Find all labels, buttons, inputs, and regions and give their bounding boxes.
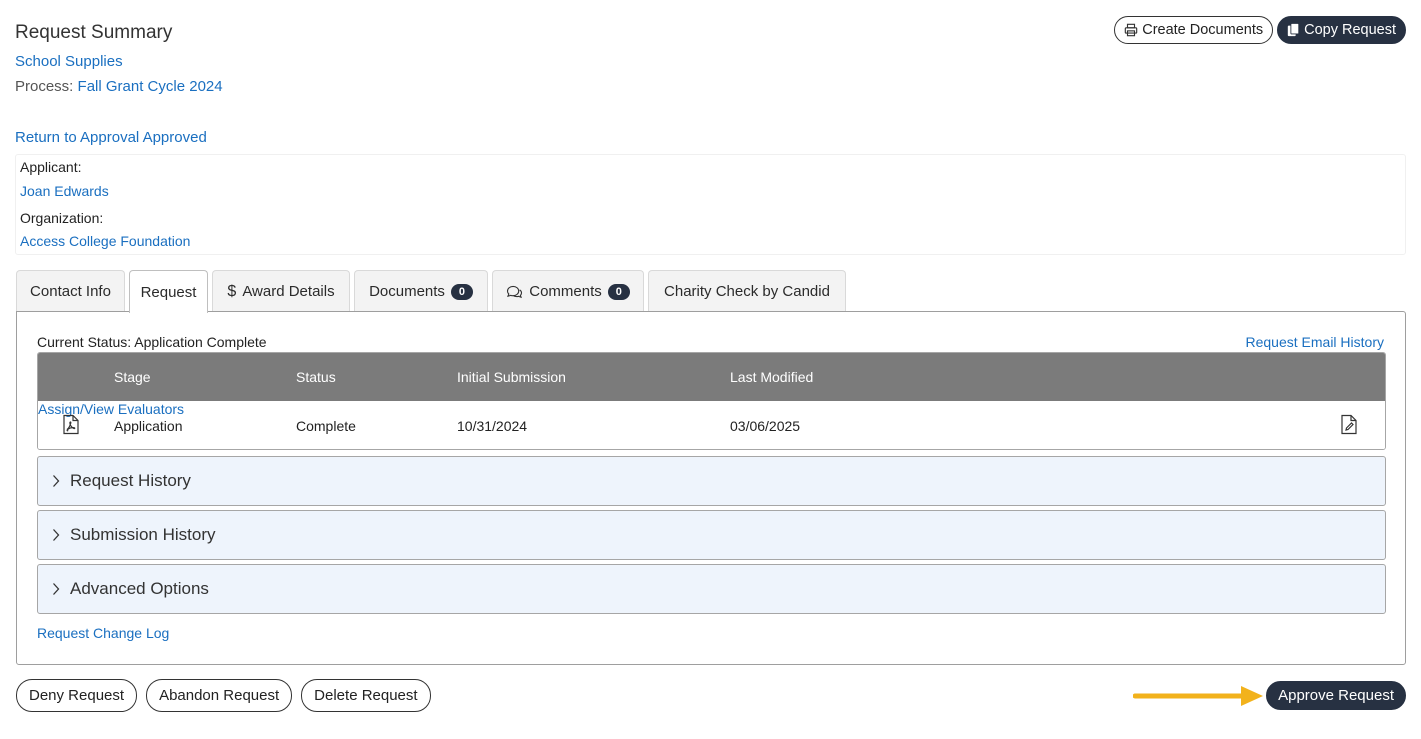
submission-history-accordion[interactable]: Submission History	[37, 510, 1386, 560]
top-actions: Create Documents Copy Request	[1114, 16, 1406, 44]
copy-icon	[1287, 23, 1300, 37]
applicant-label: Applicant:	[20, 159, 82, 175]
dollar-icon: $	[227, 282, 237, 300]
tab-bar: Contact Info Request $ Award Details Doc…	[16, 270, 846, 313]
tab-label: Request	[140, 283, 197, 301]
return-to-approval-link[interactable]: Return to Approval Approved	[15, 129, 207, 146]
request-history-accordion[interactable]: Request History	[37, 456, 1386, 506]
bottom-actions: Deny Request Abandon Request Delete Requ…	[16, 679, 431, 712]
tab-documents[interactable]: Documents 0	[354, 270, 488, 312]
process-link[interactable]: Fall Grant Cycle 2024	[78, 78, 223, 95]
comments-icon	[507, 285, 523, 298]
column-header-initial-submission[interactable]: Initial Submission	[457, 369, 566, 385]
column-header-status[interactable]: Status	[296, 369, 336, 385]
page-title: Request Summary	[15, 22, 173, 43]
pdf-icon[interactable]	[63, 414, 79, 438]
abandon-request-button[interactable]: Abandon Request	[146, 679, 293, 712]
column-header-last-modified[interactable]: Last Modified	[730, 369, 813, 385]
organization-name-link[interactable]: Access College Foundation	[20, 233, 190, 249]
stage-table: Stage Status Initial Submission Last Mod…	[37, 352, 1386, 450]
advanced-options-accordion[interactable]: Advanced Options	[37, 564, 1386, 614]
chevron-right-icon	[53, 583, 60, 595]
status-cell: Complete	[296, 418, 356, 434]
create-documents-button[interactable]: Create Documents	[1114, 16, 1274, 44]
initial-submission-cell: 10/31/2024	[457, 418, 528, 434]
request-name-link[interactable]: School Supplies	[15, 53, 123, 70]
tab-contact-info[interactable]: Contact Info	[16, 270, 125, 312]
printer-icon	[1124, 23, 1138, 37]
accordion-label: Submission History	[70, 525, 216, 544]
tab-charity-check[interactable]: Charity Check by Candid	[648, 270, 846, 312]
chevron-right-icon	[53, 475, 60, 487]
approve-request-button[interactable]: Approve Request	[1266, 681, 1406, 710]
comments-count-badge: 0	[607, 283, 630, 300]
applicant-box: Applicant: Joan Edwards Organization: Ac…	[15, 154, 1406, 255]
tab-label: Documents	[369, 283, 445, 300]
applicant-name-link[interactable]: Joan Edwards	[20, 183, 109, 199]
current-status: Current Status: Application Complete	[37, 334, 267, 350]
delete-request-button[interactable]: Delete Request	[301, 679, 431, 712]
arrow-annotation-icon	[1133, 686, 1263, 706]
copy-request-button[interactable]: Copy Request	[1277, 16, 1406, 44]
last-modified-cell: 03/06/2025	[730, 418, 801, 434]
tab-request[interactable]: Request	[129, 270, 208, 313]
deny-request-button[interactable]: Deny Request	[16, 679, 138, 712]
process-line: Process: Fall Grant Cycle 2024	[15, 78, 223, 95]
accordion-label: Request History	[70, 471, 191, 490]
tab-label: Award Details	[242, 283, 335, 300]
request-change-log-link[interactable]: Request Change Log	[37, 625, 169, 641]
documents-count-badge: 0	[450, 283, 473, 300]
chevron-right-icon	[53, 529, 60, 541]
approve-area: Approve Request	[1266, 681, 1406, 710]
table-header: Stage Status Initial Submission Last Mod…	[38, 353, 1385, 401]
column-header-stage[interactable]: Stage	[114, 369, 151, 385]
process-label: Process:	[15, 78, 74, 95]
request-email-history-link[interactable]: Request Email History	[1246, 334, 1385, 350]
tab-label: Comments	[529, 283, 602, 300]
request-panel: Current Status: Application Complete Req…	[16, 311, 1406, 665]
organization-label: Organization:	[20, 210, 104, 226]
tab-award-details[interactable]: $ Award Details	[212, 270, 350, 312]
tab-label: Contact Info	[30, 283, 111, 300]
stage-cell: Application	[114, 418, 183, 434]
accordion-label: Advanced Options	[70, 579, 209, 598]
copy-request-label: Copy Request	[1304, 22, 1396, 38]
tab-label: Charity Check by Candid	[664, 283, 830, 300]
tab-comments[interactable]: Comments 0	[492, 270, 644, 312]
table-row: Application Complete 10/31/2024 03/06/20…	[38, 401, 1385, 449]
edit-document-icon[interactable]	[1341, 414, 1357, 438]
assign-view-evaluators-link[interactable]: Assign/View Evaluators	[38, 401, 184, 417]
create-documents-label: Create Documents	[1142, 22, 1264, 38]
